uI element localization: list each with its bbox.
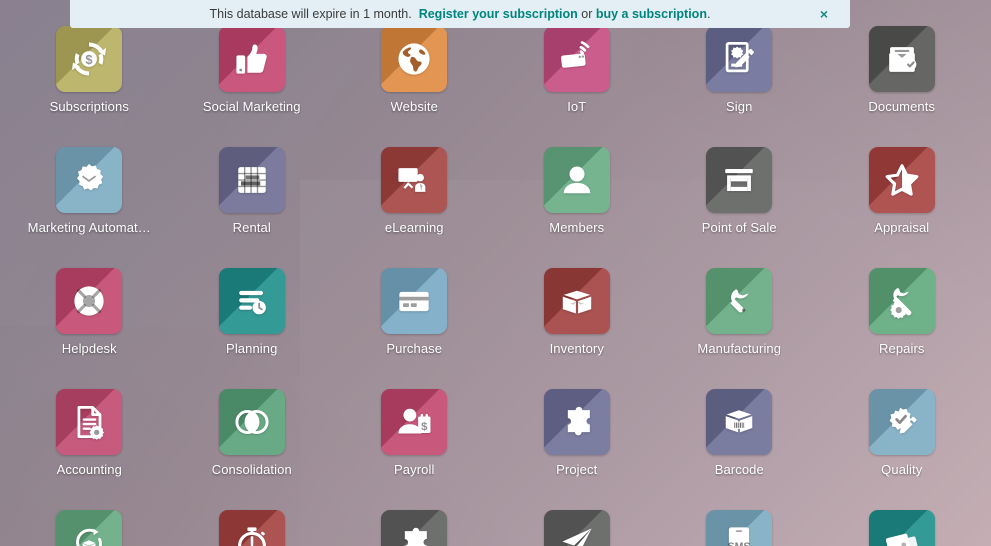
app-tile[interactable]: Purchase [334, 266, 494, 387]
quality-badge-pencil-icon[interactable] [868, 389, 935, 455]
app-label: IoT [567, 99, 587, 114]
app-tile[interactable]: Documents [822, 24, 982, 145]
app-label: Rental [232, 220, 271, 235]
database-expiration-banner: This database will expire in 1 month. Re… [70, 0, 850, 28]
app-label: Documents [868, 99, 936, 114]
wrench-gear-icon[interactable] [868, 268, 935, 334]
banner-lead-text: This database will expire in 1 month. [209, 7, 412, 21]
app-tile[interactable]: Consolidation [172, 387, 332, 508]
app-label: Project [556, 462, 598, 477]
paper-plane-icon[interactable] [543, 510, 610, 546]
venn-circles-icon[interactable] [218, 389, 285, 455]
app-tile[interactable] [9, 508, 169, 546]
app-tile[interactable]: Repairs [822, 266, 982, 387]
app-grid: $ Subscriptions Social Marketing Website … [0, 24, 991, 546]
banner-message: This database will expire in 1 month. Re… [210, 7, 711, 21]
subscriptions-icon[interactable]: $ [56, 26, 123, 92]
app-label: Subscriptions [49, 99, 129, 114]
stopwatch-icon[interactable] [218, 510, 285, 546]
app-label: Accounting [56, 462, 122, 477]
svg-text:$: $ [86, 52, 93, 67]
app-tile[interactable]: Quality [822, 387, 982, 508]
app-label: Appraisal [874, 220, 930, 235]
buy-subscription-link[interactable]: buy a subscription [596, 7, 707, 21]
app-label: Point of Sale [701, 220, 777, 235]
app-tile[interactable]: Appraisal [822, 145, 982, 266]
puzzle-piece-icon[interactable] [543, 389, 610, 455]
app-tile[interactable]: Point of Sale [659, 145, 819, 266]
app-label: Payroll [394, 462, 435, 477]
app-tile[interactable]: Project [497, 387, 657, 508]
app-tile[interactable]: Rental [172, 145, 332, 266]
app-tile[interactable]: $ Payroll [334, 387, 494, 508]
register-subscription-link[interactable]: Register your subscription [419, 7, 578, 21]
svg-text:$: $ [421, 421, 428, 433]
sms-phone-icon[interactable]: SMS [706, 510, 773, 546]
app-tile[interactable]: Planning [172, 266, 332, 387]
app-label: Helpdesk [61, 341, 117, 356]
recycle-box-icon[interactable] [56, 510, 123, 546]
barcode-box-icon[interactable] [706, 389, 773, 455]
half-star-icon[interactable] [868, 147, 935, 213]
wrench-icon[interactable] [706, 268, 773, 334]
app-tile[interactable]: $ Subscriptions [9, 24, 169, 145]
banner-or-text: or [577, 7, 596, 21]
app-tile[interactable]: Sign [659, 24, 819, 145]
app-tile[interactable]: IoT [497, 24, 657, 145]
app-tile[interactable]: eLearning [334, 145, 494, 266]
app-label: Purchase [386, 341, 443, 356]
app-tile[interactable] [822, 508, 982, 546]
credit-card-icon[interactable] [381, 268, 448, 334]
app-label: Planning [226, 341, 278, 356]
app-tile[interactable]: Manufacturing [659, 266, 819, 387]
app-tile[interactable]: Inventory [497, 266, 657, 387]
open-box-icon[interactable] [543, 268, 610, 334]
invoice-gear-icon[interactable] [56, 389, 123, 455]
app-label: Sign [726, 99, 753, 114]
signature-document-icon[interactable] [706, 26, 773, 92]
lifebuoy-icon[interactable] [56, 268, 123, 334]
thumbs-up-icon[interactable] [218, 26, 285, 92]
gear-envelope-icon[interactable] [56, 147, 123, 213]
person-icon[interactable] [543, 147, 610, 213]
app-tile[interactable]: Website [334, 24, 494, 145]
app-label: Social Marketing [202, 99, 301, 114]
app-label: Inventory [549, 341, 604, 356]
app-label: Barcode [714, 462, 764, 477]
whiteboard-teacher-icon[interactable] [381, 147, 448, 213]
documents-folder-icon[interactable] [868, 26, 935, 92]
app-tile[interactable] [334, 508, 494, 546]
app-tile[interactable]: Social Marketing [172, 24, 332, 145]
svg-text:SMS: SMS [728, 540, 751, 546]
app-tile[interactable]: Accounting [9, 387, 169, 508]
app-label: Repairs [879, 341, 925, 356]
app-tile[interactable]: Members [497, 145, 657, 266]
puzzle-piece-icon[interactable] [381, 510, 448, 546]
photo-stack-icon[interactable] [868, 510, 935, 546]
app-label: Marketing Automat… [27, 220, 151, 235]
app-tile[interactable]: SMS [659, 508, 819, 546]
app-label: Manufacturing [697, 341, 782, 356]
app-tile[interactable]: Helpdesk [9, 266, 169, 387]
app-label: Consolidation [211, 462, 292, 477]
app-label: Quality [881, 462, 923, 477]
gantt-calendar-icon[interactable] [218, 147, 285, 213]
banner-period: . [706, 7, 711, 21]
app-tile[interactable]: Barcode [659, 387, 819, 508]
storefront-icon[interactable] [706, 147, 773, 213]
schedule-clock-icon[interactable] [218, 268, 285, 334]
app-label: Website [390, 99, 438, 114]
person-salary-icon[interactable]: $ [381, 389, 448, 455]
app-label: eLearning [384, 220, 444, 235]
globe-icon[interactable] [381, 26, 448, 92]
app-label: Members [549, 220, 605, 235]
app-tile[interactable] [497, 508, 657, 546]
iot-signal-icon[interactable] [543, 26, 610, 92]
app-tile[interactable] [172, 508, 332, 546]
app-tile[interactable]: Marketing Automat… [9, 145, 169, 266]
close-icon[interactable]: × [820, 7, 828, 21]
